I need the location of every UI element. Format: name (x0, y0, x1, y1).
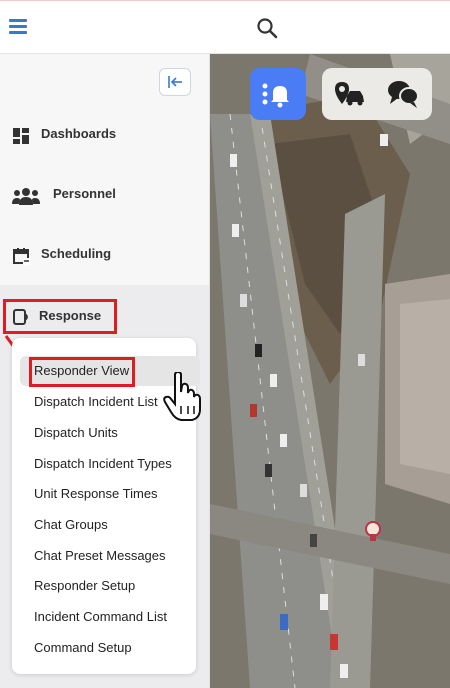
map-action-panel (322, 68, 432, 120)
submenu-item-chat-preset-messages[interactable]: Chat Preset Messages (34, 545, 166, 567)
submenu-item-responder-setup[interactable]: Responder Setup (34, 575, 135, 597)
people-icon (12, 188, 40, 205)
response-annotation-box (3, 299, 117, 334)
submenu-item-command-setup[interactable]: Command Setup (34, 637, 132, 659)
collapse-left-icon (168, 76, 182, 88)
hamburger-menu-icon[interactable] (9, 19, 27, 35)
top-bar (0, 0, 450, 54)
responder-view-annotation-box (29, 357, 135, 387)
chat-icon (388, 81, 419, 108)
sidebar-item-label: Scheduling (41, 246, 112, 261)
map-imagery (210, 54, 450, 688)
hand-pointer-icon (163, 372, 201, 421)
satellite-map[interactable] (210, 54, 450, 688)
sidebar-item-scheduling[interactable]: Scheduling (0, 225, 209, 285)
notification-bell-icon (262, 83, 289, 108)
calendar-icon (13, 248, 30, 265)
submenu-item-dispatch-incident-types[interactable]: Dispatch Incident Types (34, 453, 172, 475)
sidebar-item-label: Personnel (53, 186, 116, 201)
sidebar-item-personnel[interactable]: Personnel (0, 165, 209, 225)
submenu-item-dispatch-units[interactable]: Dispatch Units (34, 422, 118, 444)
submenu-item-dispatch-incident-list[interactable]: Dispatch Incident List (34, 391, 158, 413)
sidebar-item-dashboards[interactable]: Dashboards (0, 105, 209, 165)
collapse-sidebar-button[interactable] (159, 68, 191, 96)
vehicle-location-icon (335, 82, 364, 106)
map-marker-icon[interactable] (364, 519, 382, 543)
sidebar-item-label: Dashboards (41, 126, 117, 141)
submenu-item-chat-groups[interactable]: Chat Groups (34, 514, 108, 536)
vehicle-location-button[interactable] (332, 78, 368, 110)
submenu-item-unit-response-times[interactable]: Unit Response Times (34, 483, 158, 505)
search-icon[interactable] (256, 17, 278, 39)
notifications-button[interactable] (250, 68, 306, 120)
chat-button[interactable] (386, 78, 422, 110)
dashboard-icon (13, 128, 29, 144)
submenu-item-incident-command-list[interactable]: Incident Command List (34, 606, 167, 628)
